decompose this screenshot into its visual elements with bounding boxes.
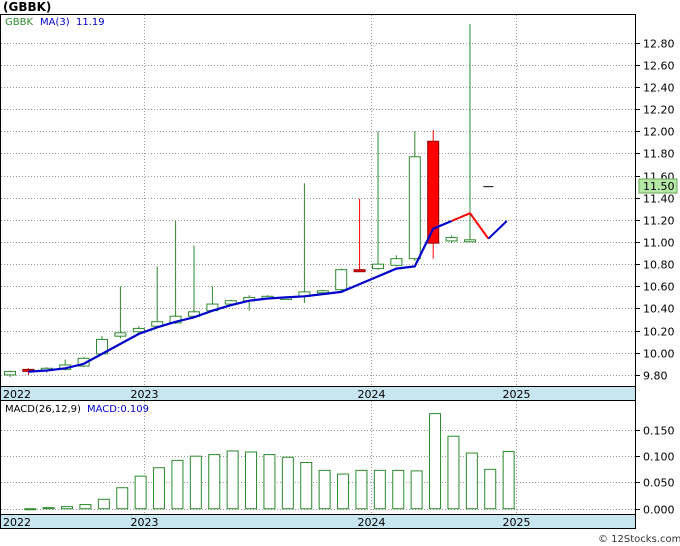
price-x-label: 2023 [131,388,159,401]
candle-body [4,371,16,376]
macd-y-axis: 0.000 0.050 0.100 0.150 [635,425,675,517]
candle-body [132,327,145,333]
macd-bar [318,469,331,510]
price-tick-label: 11.40 [643,193,675,206]
price-tick-label: 9.80 [643,370,668,383]
macd-bar [502,450,515,510]
price-legend-ma-value: 11.19 [76,17,105,28]
macd-bar [153,467,166,510]
candle-body [372,263,384,270]
price-x-label: 2024 [358,388,386,401]
price-tick-label: 11.80 [643,148,675,161]
macd-bar [355,469,368,510]
macd-bar [447,435,460,510]
macd-bar [189,455,202,510]
macd-tick-label: 0.000 [643,504,675,517]
price-legend-symbol: GBBK [5,17,33,28]
price-tick-label: 10.80 [643,259,675,272]
price-tick-label: 12.80 [643,38,675,51]
macd-bar [208,454,221,510]
macd-tick-label: 0.150 [643,425,675,438]
candle-body [335,269,348,291]
price-x-label: 2022 [3,388,31,401]
price-tick-label: 11.20 [643,215,675,228]
macd-bar [410,470,423,510]
price-axis-band [0,386,636,401]
macd-tick-label: 0.100 [643,451,675,464]
price-tick-label: 11.00 [643,237,675,250]
macd-bar [281,456,294,510]
macd-bar [465,452,478,510]
macd-bar [484,468,497,510]
stock-chart: 9.80 10.00 10.20 10.40 10.60 10.80 11.00 11.20 1… [0,0,680,545]
macd-bar [97,498,110,510]
price-tick-label: 12.20 [643,104,675,117]
macd-bar [245,451,258,510]
macd-bar [337,473,350,510]
macd-bar [61,506,74,510]
candle-body [464,239,476,243]
macd-bar [42,507,55,510]
candle [335,268,348,291]
macd-bar [263,454,276,510]
watermark: © 12Stocks.com [598,534,680,545]
macd-bar [24,508,37,511]
macd-bar [116,487,129,510]
candle-body [316,290,329,294]
price-panel-frame [0,14,636,387]
macd-x-label: 2024 [358,516,386,529]
macd-bar [429,413,442,510]
macd-tick-label: 0.050 [643,477,675,490]
chart-title: (GBBK) [3,0,51,14]
price-tick-label: 12.60 [643,60,675,73]
macd-x-label: 2022 [3,516,31,529]
last-price-label: 11.50 [643,180,675,193]
price-tick-label: 12.40 [643,82,675,95]
macd-bar [171,459,184,510]
macd-axis-band [0,514,636,529]
macd-bar [134,475,147,510]
candle-body [445,237,458,242]
macd-bar [392,469,405,510]
price-tick-label: 12.00 [643,126,675,139]
macd-panel-frame [0,400,636,515]
macd-bar [300,461,313,510]
macd-bar [373,469,386,510]
macd-x-label: 2023 [131,516,159,529]
candle-body [353,269,366,273]
price-tick-label: 10.20 [643,326,675,339]
candle-body [408,156,421,260]
price-tick-label: 10.40 [643,303,675,316]
macd-legend-params: MACD(26,12,9) [5,404,81,415]
price-y-axis: 9.80 10.00 10.20 10.40 10.60 10.80 11.00 11.20 1… [635,38,675,383]
macd-x-label: 2025 [503,516,531,529]
candle-body [390,258,403,266]
macd-bar [79,504,92,510]
macd-legend-value: MACD:0.109 [87,404,149,415]
macd-bar [226,450,239,510]
candle-body [114,332,127,337]
price-x-label: 2025 [503,388,531,401]
price-tick-label: 10.60 [643,281,675,294]
price-legend-ma-label: MA(3) [40,17,70,28]
price-tick-label: 10.00 [643,348,675,361]
candle [427,130,440,259]
